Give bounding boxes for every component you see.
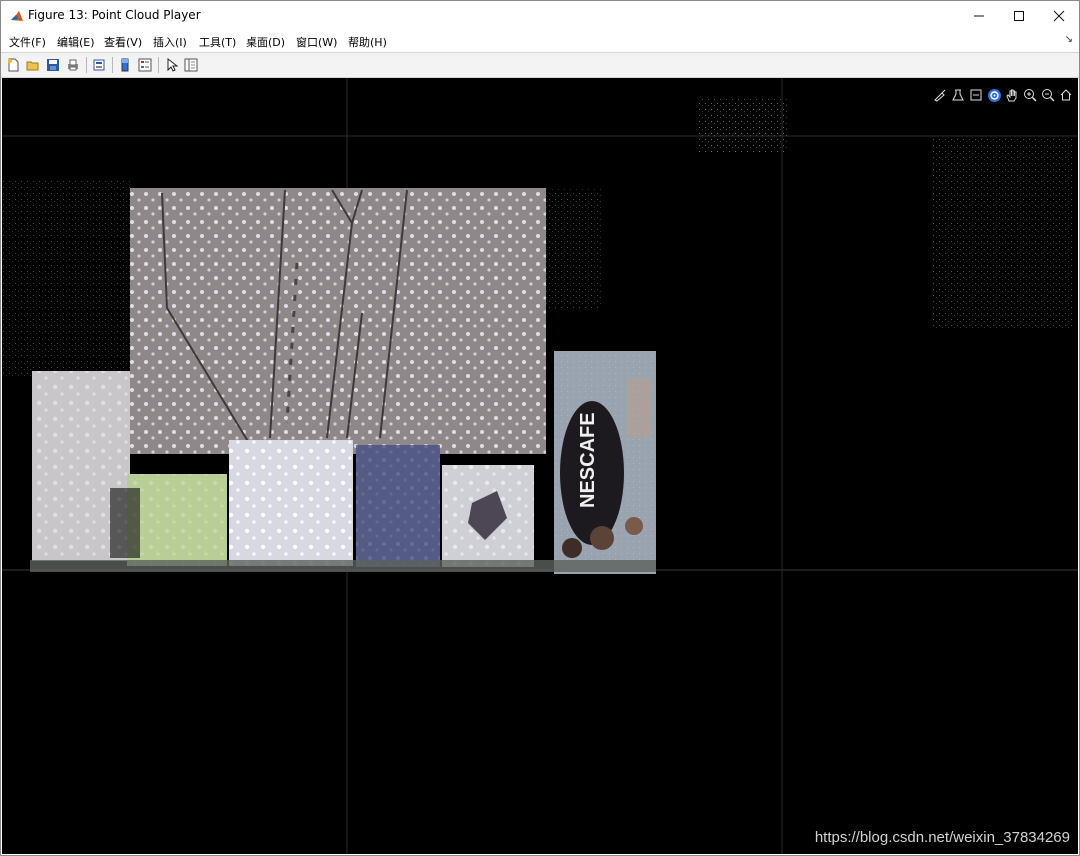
legend-icon (138, 58, 152, 72)
insert-legend-button[interactable] (137, 57, 153, 73)
figure-window: Figure 13: Point Cloud Player 文件(F) 编辑(E… (0, 0, 1080, 856)
pointer-icon (167, 58, 178, 72)
data-tips-icon (952, 89, 964, 101)
rotate-3d-button[interactable] (986, 87, 1002, 103)
menu-overflow-icon[interactable]: ↘ (1065, 34, 1073, 45)
home-icon (1060, 89, 1072, 101)
open-file-button[interactable] (25, 57, 41, 73)
edit-pointer-button[interactable] (163, 57, 179, 73)
restore-view-button[interactable] (1058, 87, 1074, 103)
colorbar-icon (121, 58, 129, 72)
figure-toolbar (1, 52, 1079, 78)
menu-window[interactable]: 窗口(W) (296, 34, 337, 50)
maximize-button[interactable] (999, 1, 1039, 31)
white-box-center (229, 440, 353, 566)
open-file-icon (26, 61, 39, 71)
blue-box (356, 445, 440, 567)
menu-insert[interactable]: 插入(I) (153, 34, 187, 50)
zoom-in-icon (1024, 89, 1037, 102)
point-cloud-axes[interactable]: NESCAFE https://blog.csdn.net/weixin_378… (2, 78, 1078, 854)
menu-edit[interactable]: 编辑(E) (57, 34, 95, 50)
print-preview-icon (93, 59, 105, 71)
rotate-3d-icon (987, 88, 1001, 102)
print-button[interactable] (65, 57, 81, 73)
pan-button[interactable] (1004, 87, 1020, 103)
print-icon (68, 59, 78, 71)
save-button[interactable] (45, 57, 61, 73)
minimize-icon (974, 15, 984, 17)
export-icon (970, 89, 982, 101)
property-inspector-icon (184, 58, 198, 72)
watermark-text: https://blog.csdn.net/weixin_37834269 (814, 829, 1070, 846)
save-icon (47, 59, 59, 71)
menu-tools[interactable]: 工具(T) (199, 34, 236, 50)
menu-desktop[interactable]: 桌面(D) (246, 34, 285, 50)
new-figure-icon (8, 58, 19, 72)
matlab-icon (11, 11, 23, 21)
close-button[interactable] (1039, 1, 1079, 31)
menu-view[interactable]: 查看(V) (104, 34, 142, 50)
menu-file[interactable]: 文件(F) (9, 34, 46, 50)
maximize-icon (1014, 11, 1024, 21)
insert-colorbar-button[interactable] (117, 57, 133, 73)
property-inspector-button[interactable] (183, 57, 199, 73)
export-button[interactable] (968, 87, 984, 103)
cloth-board (130, 188, 546, 454)
title-bar: Figure 13: Point Cloud Player (1, 1, 1079, 31)
new-figure-button[interactable] (5, 57, 21, 73)
brush-button[interactable] (932, 87, 948, 103)
print-preview-button[interactable] (91, 57, 107, 73)
small-box-with-logo (442, 465, 534, 567)
menu-help[interactable]: 帮助(H) (348, 34, 387, 50)
zoom-out-icon (1042, 89, 1055, 102)
green-box (110, 474, 227, 566)
window-title: Figure 13: Point Cloud Player (28, 8, 201, 22)
pan-icon (1006, 89, 1017, 102)
point-cloud-plot: NESCAFE (2, 78, 1078, 854)
floor-surface (30, 560, 656, 572)
nescafe-box: NESCAFE (554, 351, 656, 574)
minimize-button[interactable] (959, 1, 999, 31)
menu-bar: 文件(F) 编辑(E) 查看(V) 插入(I) 工具(T) 桌面(D) 窗口(W… (1, 31, 1079, 51)
zoom-out-button[interactable] (1040, 87, 1056, 103)
data-tips-button[interactable] (950, 87, 966, 103)
nescafe-brand-text: NESCAFE (577, 412, 599, 508)
close-icon (1053, 10, 1065, 22)
brush-icon (934, 89, 946, 102)
zoom-in-button[interactable] (1022, 87, 1038, 103)
